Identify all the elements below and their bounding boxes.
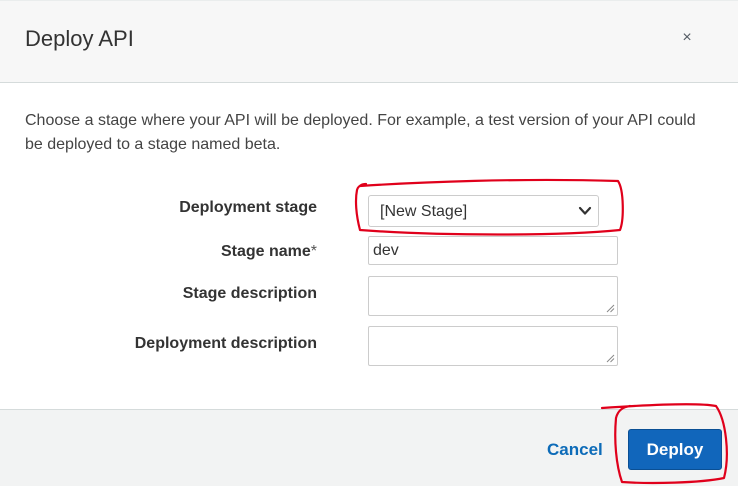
resize-grip-icon[interactable] (605, 303, 615, 313)
deployment-stage-label: Deployment stage (179, 199, 317, 216)
dialog-header: Deploy API × (0, 0, 738, 83)
deploy-button[interactable]: Deploy (628, 429, 722, 470)
dialog-title: Deploy API (25, 26, 134, 51)
stage-name-label-text: Stage name (220, 243, 311, 260)
dialog-footer: Cancel Deploy (0, 409, 738, 486)
deployment-description-textarea[interactable] (368, 326, 618, 366)
cancel-button[interactable]: Cancel (547, 440, 603, 460)
required-marker: * (310, 243, 317, 260)
resize-grip-icon[interactable] (605, 353, 615, 363)
dialog-description: Choose a stage where your API will be de… (25, 112, 696, 153)
deployment-description-label: Deployment description (134, 335, 317, 352)
deployment-stage-selected-value: [New Stage] (380, 203, 468, 220)
chevron-down-icon (578, 206, 592, 215)
deploy-api-dialog: Deploy API × Choose a stage where your A… (0, 0, 738, 486)
stage-name-label: Stage name* (221, 242, 317, 262)
close-icon[interactable]: × (678, 28, 696, 48)
deployment-stage-select[interactable]: [New Stage] (368, 195, 599, 227)
stage-name-input[interactable] (368, 236, 618, 265)
stage-description-textarea[interactable] (368, 276, 618, 316)
stage-description-label: Stage description (182, 285, 317, 302)
